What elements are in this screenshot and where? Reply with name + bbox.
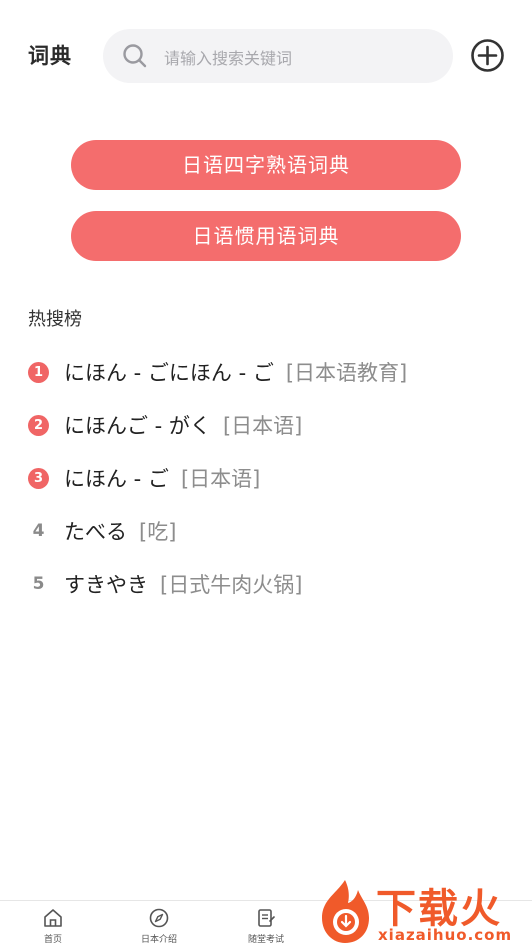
hot-word-row: すきやき [日式牛肉火锅] — [64, 569, 302, 599]
home-icon — [44, 909, 62, 927]
watermark-url: xiazaihuo.com — [378, 926, 513, 944]
tab-japan-intro[interactable]: 日本介绍 — [124, 907, 194, 945]
tab-label: 随堂考试 — [247, 935, 284, 945]
hot-word-row: たべる [吃] — [64, 516, 176, 546]
hot-word-meaning: [日本语教育] — [285, 361, 408, 385]
hot-word-meaning: [日式牛肉火锅] — [160, 573, 303, 597]
header: 词典 请输入搜索关键词 — [0, 0, 532, 110]
hot-word-row: にほん - ごにほん - ご [日本语教育] — [64, 357, 407, 387]
page-title: 词典 — [28, 44, 72, 68]
rank-number: 4 — [32, 521, 45, 541]
search-icon — [123, 44, 147, 68]
rank-number: 5 — [32, 574, 45, 594]
hot-search-item[interactable]: 3 にほん - ご [日本语] — [0, 451, 532, 504]
exam-icon — [258, 909, 275, 927]
hot-word: にほん - ごにほん - ご — [64, 361, 274, 385]
hot-word: にほん - ご — [64, 467, 169, 491]
watermark: 下载火 xiazaihuo.com — [314, 874, 532, 946]
tab-exam[interactable]: 随堂考试 — [231, 907, 301, 945]
rank-badge: 1 — [28, 362, 49, 383]
hot-search-item[interactable]: 4 たべる [吃] — [0, 504, 532, 557]
hot-search-title: 热搜榜 — [28, 309, 82, 330]
hot-word-meaning: [日本语] — [180, 467, 261, 491]
add-icon[interactable] — [470, 38, 505, 73]
hot-search-item[interactable]: 1 にほん - ごにほん - ご [日本语教育] — [0, 345, 532, 398]
idiom-dictionary-button[interactable]: 日语惯用语词典 — [71, 211, 461, 261]
search-input[interactable]: 请输入搜索关键词 — [164, 45, 292, 69]
tab-label: 日本介绍 — [140, 935, 177, 945]
hot-search-item[interactable]: 5 すきやき [日式牛肉火锅] — [0, 557, 532, 610]
tab-label: 首页 — [43, 935, 62, 945]
tab-home[interactable]: 首页 — [18, 907, 88, 945]
hot-word: すきやき — [64, 573, 148, 597]
hot-word-meaning: [日本语] — [222, 414, 303, 438]
search-bar[interactable]: 请输入搜索关键词 — [103, 29, 453, 83]
four-char-idiom-dictionary-button[interactable]: 日语四字熟语词典 — [71, 140, 461, 190]
hot-word-meaning: [吃] — [139, 520, 177, 544]
rank-badge: 2 — [28, 415, 49, 436]
hot-word: にほんご - がく — [64, 414, 211, 438]
compass-icon — [149, 908, 169, 928]
hot-word-row: にほん - ご [日本语] — [64, 463, 260, 493]
flame-logo-icon — [322, 880, 369, 943]
hot-word-row: にほんご - がく [日本语] — [64, 410, 302, 440]
hot-search-list: 1 にほん - ごにほん - ご [日本语教育] 2 にほんご - がく [日本语]… — [0, 345, 532, 610]
hot-word: たべる — [64, 520, 127, 544]
rank-badge: 3 — [28, 468, 49, 489]
hot-search-item[interactable]: 2 にほんご - がく [日本语] — [0, 398, 532, 451]
